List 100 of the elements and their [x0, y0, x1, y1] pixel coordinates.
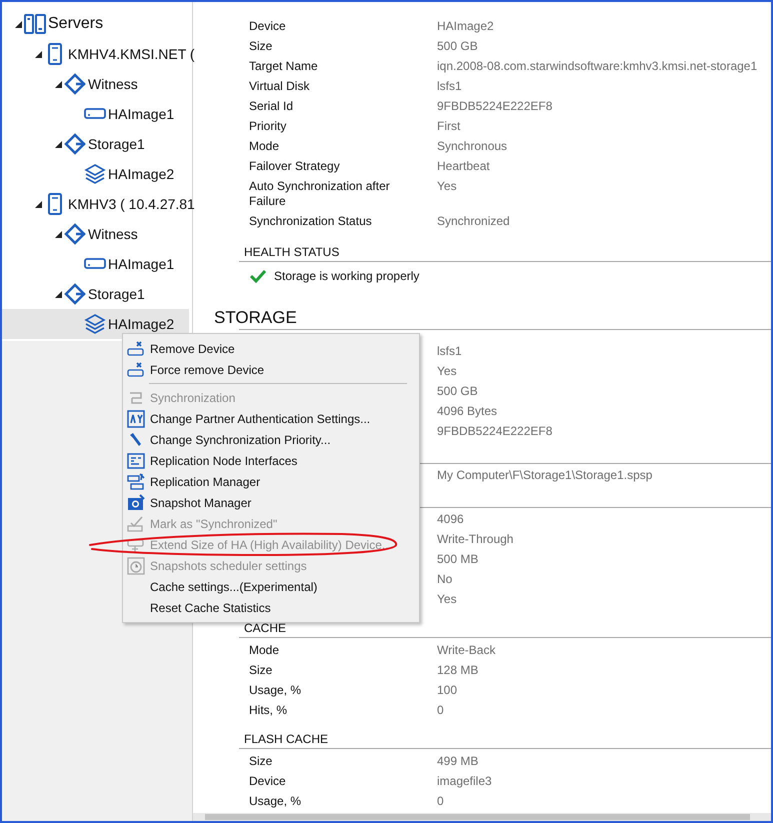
- collapse-arrow-icon: [55, 140, 62, 148]
- device-remove-icon: [127, 340, 145, 358]
- field-label: Device: [249, 774, 286, 788]
- tree-item[interactable]: HAImage1: [2, 249, 192, 279]
- field-value: Write-Back: [437, 642, 496, 658]
- tree-item[interactable]: KMHV4.KMSI.NET (: [2, 39, 192, 69]
- field-label: Usage, %: [249, 794, 302, 808]
- diamond-icon: [64, 283, 86, 305]
- menu-item[interactable]: Snapshot Manager: [123, 492, 419, 513]
- settings-panel-icon: [127, 410, 145, 428]
- tree-item[interactable]: Storage1: [2, 279, 192, 309]
- field-value: Yes: [437, 590, 457, 608]
- tree-item[interactable]: Servers: [2, 9, 192, 39]
- field-label: Size: [249, 754, 272, 768]
- tree-item[interactable]: HAImage1: [2, 99, 192, 129]
- tree-label: Witness: [88, 224, 138, 244]
- field-value: Yes: [437, 178, 457, 194]
- layers-icon: [84, 163, 106, 185]
- field-value: 128 MB: [437, 662, 478, 678]
- field-value: lsfs1: [437, 342, 462, 360]
- field-value: My Computer\F\Storage1\Storage1.spsp: [437, 466, 652, 484]
- tree-label: Servers: [48, 14, 104, 34]
- field-value: First: [437, 118, 460, 134]
- field-label: Usage, %: [249, 682, 302, 696]
- tree-label: HAImage1: [108, 254, 174, 274]
- field-value: Write-Through: [437, 530, 514, 548]
- field-value: 499 MB: [437, 752, 478, 770]
- field-label: Synchronization Status: [249, 214, 372, 228]
- menu-item[interactable]: Replication Node Interfaces: [123, 450, 419, 471]
- status-message: Storage is working properly: [274, 268, 420, 284]
- field-label: Size: [249, 38, 272, 52]
- field-label: Mode: [249, 138, 280, 152]
- tree-item[interactable]: HAImage2: [2, 159, 192, 189]
- menu-item[interactable]: Force remove Device: [123, 359, 419, 380]
- field-value: HAImage2: [437, 18, 494, 34]
- scrollbar-thumb[interactable]: [205, 814, 750, 820]
- tree-item[interactable]: Storage1: [2, 129, 192, 159]
- section-heading: CACHE: [244, 621, 286, 635]
- field-value: 9FBDB5224E222EF8: [437, 422, 552, 440]
- field-label: Mode: [249, 642, 280, 656]
- collapse-arrow-icon: [55, 290, 62, 298]
- menu-item[interactable]: Replication Manager: [123, 471, 419, 492]
- storage-heading: STORAGE: [214, 308, 297, 327]
- field-label: Size: [249, 662, 272, 676]
- tree-label: KMHV4.KMSI.NET (: [68, 44, 195, 64]
- field-value: 500 GB: [437, 38, 478, 54]
- collapse-arrow-icon: [35, 50, 42, 58]
- diamond-icon: [64, 133, 86, 155]
- field-label: Target Name: [249, 58, 318, 72]
- field-value: lsfs1: [437, 78, 462, 94]
- field-label: Hits, %: [249, 702, 288, 716]
- field-value: 4096 Bytes: [437, 402, 498, 420]
- replication-icon: [127, 472, 145, 490]
- network-panel-icon: [127, 452, 145, 470]
- field-value: 4096: [437, 510, 464, 528]
- field-value: 500 GB: [437, 382, 478, 400]
- menu-item[interactable]: Cache settings...(Experimental): [123, 576, 419, 597]
- field-label: Device: [249, 18, 286, 32]
- field-value: 0: [437, 702, 444, 718]
- field-value: Heartbeat: [437, 158, 490, 174]
- section-heading: FLASH CACHE: [244, 732, 328, 746]
- field-label: Auto Synchronization after Failure: [249, 178, 390, 208]
- tree-label: KMHV3 ( 10.4.27.81: [68, 194, 195, 214]
- collapse-arrow-icon: [35, 200, 42, 208]
- menu-item[interactable]: Remove Device: [123, 338, 419, 359]
- diamond-icon: [64, 223, 86, 245]
- device-remove-icon: [127, 360, 145, 378]
- tree-label: Storage1: [88, 134, 145, 154]
- clock-icon: [127, 556, 145, 574]
- check-mark-icon: [127, 514, 145, 532]
- field-label: Priority: [249, 118, 286, 132]
- field-value: iqn.2008-08.com.starwindsoftware:kmhv3.kmsi.net-storage1: [437, 58, 758, 74]
- field-value: Synchronized: [437, 212, 510, 230]
- menu-item[interactable]: Change Partner Authentication Settings...: [123, 408, 419, 429]
- field-value: 0: [437, 792, 444, 810]
- tree-label: Witness: [88, 74, 138, 94]
- menu-item[interactable]: Change Synchronization Priority...: [123, 429, 419, 450]
- field-value: 9FBDB5224E222EF8: [437, 98, 552, 114]
- horizontal-scrollbar[interactable]: [193, 813, 771, 821]
- collapse-arrow-icon: [55, 80, 62, 88]
- field-label: Serial Id: [249, 98, 294, 112]
- camera-icon: [127, 494, 145, 512]
- servers-icon: [23, 12, 47, 36]
- layers-icon: [84, 313, 106, 335]
- field-value: 100: [437, 682, 458, 698]
- field-value: Synchronous: [437, 138, 508, 154]
- field-value: No: [437, 570, 452, 588]
- field-label: Failover Strategy: [249, 158, 340, 172]
- tree-item[interactable]: Witness: [2, 69, 192, 99]
- diamond-icon: [64, 73, 86, 95]
- tree-item[interactable]: KMHV3 ( 10.4.27.81: [2, 189, 192, 219]
- tree-label: HAImage1: [108, 104, 174, 124]
- tree-label: HAImage2: [108, 314, 174, 334]
- tree-item[interactable]: Witness: [2, 219, 192, 249]
- field-label: Virtual Disk: [249, 78, 310, 92]
- menu-item[interactable]: Reset Cache Statistics: [123, 597, 419, 618]
- tree-label: Storage1: [88, 284, 145, 304]
- field-value: Yes: [437, 362, 457, 380]
- field-value: imagefile3: [437, 772, 492, 790]
- tree-item[interactable]: HAImage2: [2, 309, 189, 339]
